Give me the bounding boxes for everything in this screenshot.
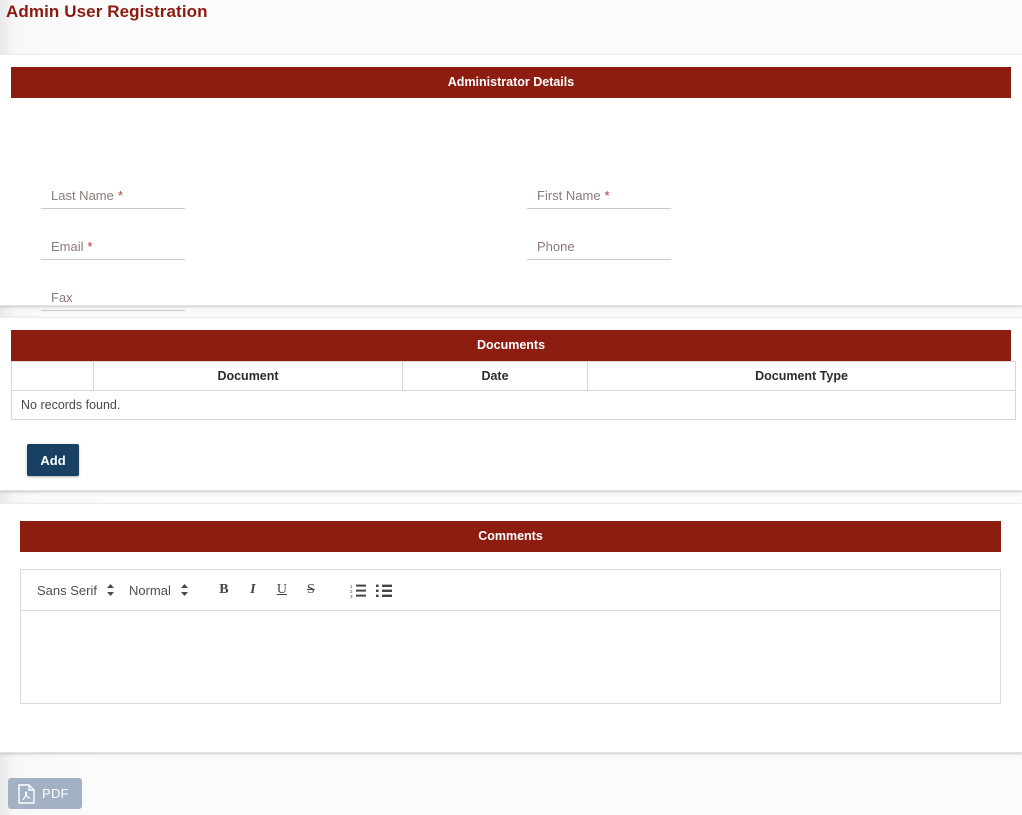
email-field[interactable]: Email *	[41, 238, 185, 260]
table-row: No records found.	[11, 390, 1016, 420]
last-name-label: Last Name	[51, 188, 114, 203]
italic-button[interactable]: I	[240, 578, 266, 602]
phone-required-mark	[575, 239, 579, 254]
underline-button[interactable]: U	[269, 578, 295, 602]
documents-table-header-row: Document Date Document Type	[11, 361, 1016, 391]
email-required-mark: *	[87, 239, 93, 254]
editor-toolbar: Sans Serif Normal B I U S 1 2 3	[20, 569, 1001, 610]
page-root: Admin User Registration Administrator De…	[0, 0, 1022, 815]
bold-button[interactable]: B	[211, 578, 237, 602]
chevron-updown-icon	[180, 583, 189, 597]
chevron-updown-icon	[106, 583, 115, 597]
documents-card: Documents Document Date Document Type No…	[0, 317, 1022, 491]
unordered-list-icon[interactable]	[371, 578, 397, 602]
font-family-select[interactable]: Sans Serif	[37, 583, 115, 598]
phone-field[interactable]: Phone	[527, 238, 671, 260]
column-header-date: Date	[402, 361, 588, 391]
empty-state-message: No records found.	[11, 390, 1016, 420]
documents-header: Documents	[11, 330, 1011, 361]
comments-card: Comments Sans Serif Normal B I U S 1 2 3	[0, 503, 1022, 753]
comments-textarea[interactable]	[20, 610, 1001, 704]
font-size-value: Normal	[128, 582, 171, 598]
first-name-required-mark: *	[604, 188, 610, 203]
administrator-details-card: Administrator Details Last Name * First N…	[0, 54, 1022, 311]
add-button[interactable]: Add	[27, 444, 79, 476]
first-name-field[interactable]: First Name *	[527, 187, 671, 209]
page-title: Admin User Registration	[6, 2, 208, 21]
pdf-button[interactable]: PDF	[8, 778, 82, 809]
column-header-document-type: Document Type	[587, 361, 1016, 391]
last-name-field[interactable]: Last Name *	[41, 187, 185, 209]
font-size-select[interactable]: Normal	[129, 583, 189, 598]
comments-editor: Sans Serif Normal B I U S 1 2 3	[20, 569, 1001, 704]
font-family-value: Sans Serif	[37, 582, 97, 598]
column-header-document: Document	[93, 361, 403, 391]
phone-label: Phone	[537, 239, 575, 254]
first-name-label: First Name	[537, 188, 601, 203]
administrator-details-header: Administrator Details	[11, 67, 1011, 98]
last-name-required-mark: *	[117, 188, 123, 203]
email-label: Email	[51, 239, 84, 254]
column-header-select	[11, 361, 94, 391]
fax-required-mark	[73, 290, 77, 305]
comments-header: Comments	[20, 521, 1001, 552]
svg-text:3: 3	[350, 594, 353, 598]
strikethrough-button[interactable]: S	[298, 578, 324, 602]
documents-table: Document Date Document Type No records f…	[11, 361, 1016, 420]
fax-field[interactable]: Fax	[41, 289, 185, 311]
fax-label: Fax	[51, 290, 73, 305]
pdf-button-label: PDF	[42, 786, 69, 801]
pdf-file-icon	[18, 783, 35, 804]
ordered-list-icon[interactable]: 1 2 3	[345, 578, 371, 602]
